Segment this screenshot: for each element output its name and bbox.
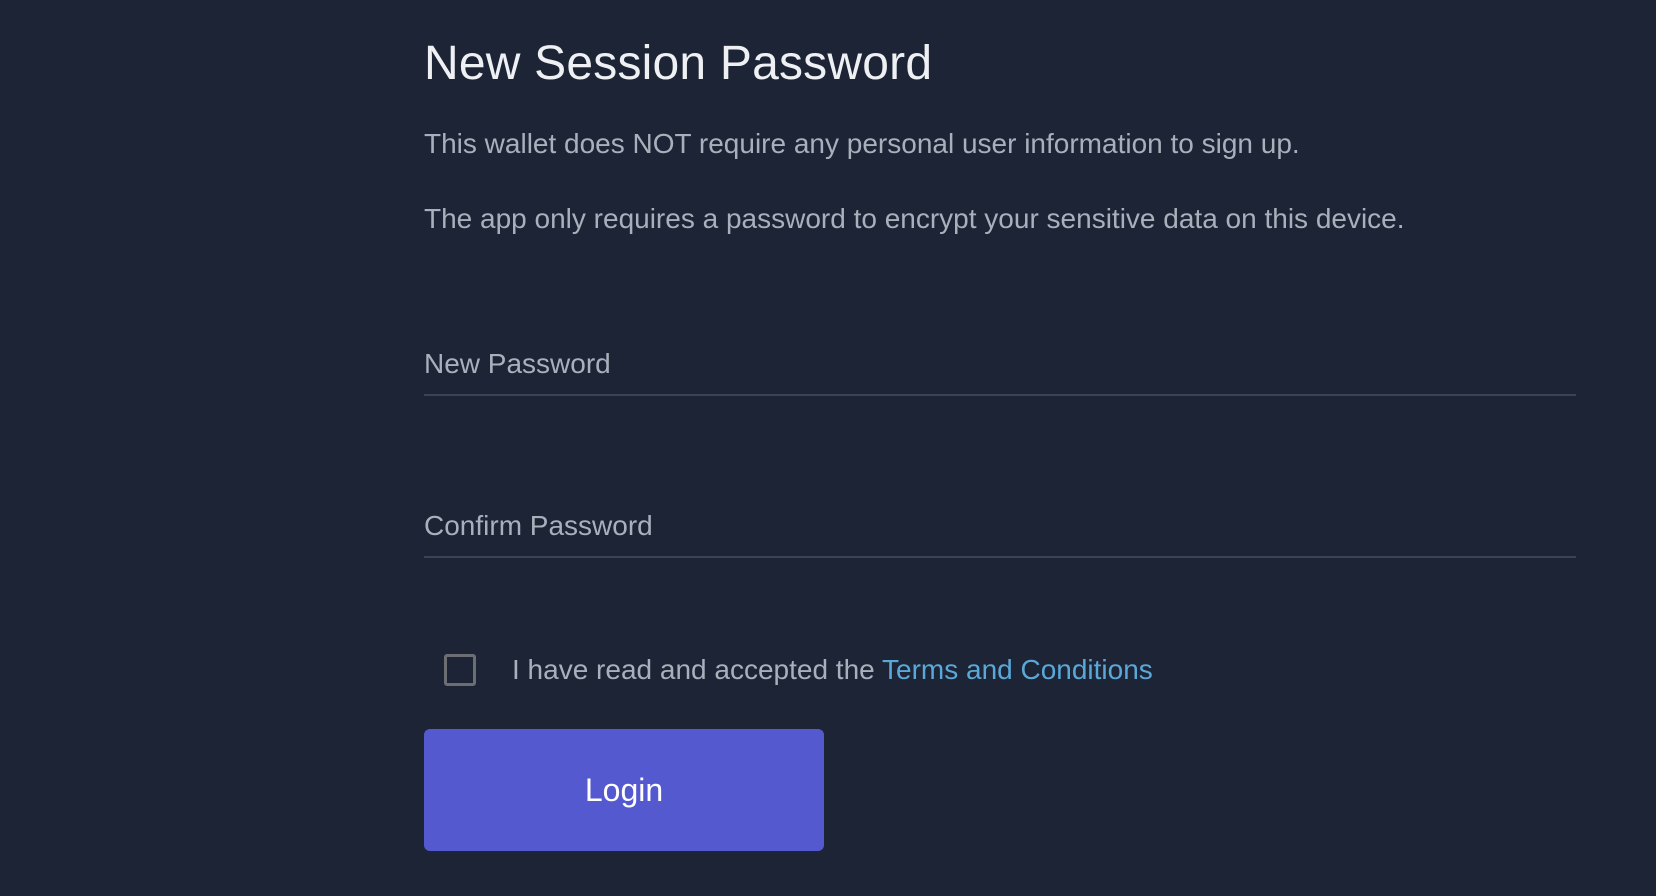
- new-password-field: [424, 334, 1576, 396]
- description-encryption: The app only requires a password to encr…: [424, 203, 1405, 234]
- confirm-password-input[interactable]: [424, 496, 1576, 556]
- confirm-password-field: [424, 496, 1576, 558]
- terms-and-conditions-link[interactable]: Terms and Conditions: [882, 654, 1153, 685]
- login-button[interactable]: Login: [424, 729, 824, 851]
- new-session-password-page: New Session Password This wallet does NO…: [0, 0, 1656, 896]
- page-title: New Session Password: [424, 37, 933, 90]
- terms-label: I have read and accepted the Terms and C…: [512, 654, 1153, 686]
- terms-row: I have read and accepted the Terms and C…: [444, 650, 1153, 690]
- terms-checkbox[interactable]: [444, 654, 476, 686]
- new-password-input[interactable]: [424, 334, 1576, 394]
- description-privacy: This wallet does NOT require any persona…: [424, 128, 1300, 159]
- terms-text: I have read and accepted the: [512, 654, 882, 685]
